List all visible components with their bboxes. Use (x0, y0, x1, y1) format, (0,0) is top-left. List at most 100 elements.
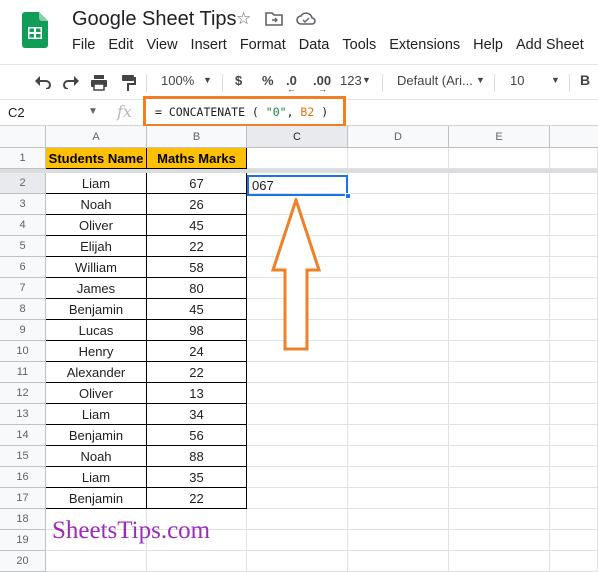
empty-cell[interactable] (247, 425, 348, 446)
cloud-status-icon[interactable] (296, 11, 316, 25)
empty-cell[interactable] (247, 446, 348, 467)
student-name-cell[interactable]: Liam (46, 467, 147, 488)
empty-cell[interactable] (247, 362, 348, 383)
student-name-cell[interactable]: James (46, 278, 147, 299)
font-select[interactable]: Default (Ari... (397, 73, 473, 88)
row-header-12[interactable]: 12 (0, 383, 46, 404)
maths-marks-cell[interactable]: 80 (147, 278, 247, 299)
empty-cell[interactable] (550, 173, 598, 194)
empty-cell[interactable] (550, 341, 598, 362)
empty-cell[interactable] (348, 509, 449, 530)
formula-input[interactable]: = CONCATENATE ( "0", B2 ) (143, 96, 346, 127)
menu-help[interactable]: Help (473, 37, 503, 53)
menu-insert[interactable]: Insert (191, 37, 227, 53)
document-title[interactable]: Google Sheet Tips (72, 8, 237, 31)
google-sheets-logo[interactable] (22, 12, 48, 48)
empty-cell[interactable] (550, 404, 598, 425)
row-header-3[interactable]: 3 (0, 194, 46, 215)
empty-cell[interactable] (449, 383, 550, 404)
empty-cell[interactable] (348, 530, 449, 551)
row-header-5[interactable]: 5 (0, 236, 46, 257)
empty-cell[interactable] (550, 467, 598, 488)
zoom-select[interactable]: 100% (161, 73, 194, 88)
maths-marks-cell[interactable]: 22 (147, 362, 247, 383)
maths-marks-cell[interactable]: 67 (147, 173, 247, 194)
empty-cell[interactable] (449, 173, 550, 194)
empty-cell[interactable] (449, 488, 550, 509)
empty-cell[interactable] (348, 278, 449, 299)
maths-marks-cell[interactable]: 88 (147, 446, 247, 467)
menu-edit[interactable]: Edit (108, 37, 133, 53)
chevron-down-icon[interactable]: ▼ (476, 75, 485, 85)
empty-cell[interactable] (550, 299, 598, 320)
row-header-13[interactable]: 13 (0, 404, 46, 425)
maths-marks-cell[interactable]: 35 (147, 467, 247, 488)
empty-cell[interactable] (348, 215, 449, 236)
maths-marks-cell[interactable]: 13 (147, 383, 247, 404)
empty-cell[interactable] (449, 148, 550, 169)
empty-cell[interactable] (449, 236, 550, 257)
empty-cell[interactable] (348, 446, 449, 467)
bold-button[interactable]: B (580, 72, 590, 88)
maths-marks-cell[interactable]: 24 (147, 341, 247, 362)
row-header-15[interactable]: 15 (0, 446, 46, 467)
row-header-2[interactable]: 2 (0, 173, 46, 194)
row-header-19[interactable]: 19 (0, 530, 46, 551)
menu-data[interactable]: Data (299, 37, 330, 53)
empty-cell[interactable] (449, 425, 550, 446)
maths-marks-cell[interactable]: 56 (147, 425, 247, 446)
row-header-10[interactable]: 10 (0, 341, 46, 362)
empty-cell[interactable] (449, 320, 550, 341)
student-name-cell[interactable]: Liam (46, 404, 147, 425)
more-formats-button[interactable]: 123 (340, 73, 362, 88)
empty-cell[interactable] (550, 530, 598, 551)
header-cell[interactable]: Maths Marks (147, 148, 247, 169)
maths-marks-cell[interactable]: 26 (147, 194, 247, 215)
menu-extensions[interactable]: Extensions (389, 37, 460, 53)
empty-cell[interactable] (550, 257, 598, 278)
fill-handle[interactable] (345, 193, 351, 199)
maths-marks-cell[interactable]: 58 (147, 257, 247, 278)
student-name-cell[interactable]: Benjamin (46, 425, 147, 446)
row-header-9[interactable]: 9 (0, 320, 46, 341)
empty-cell[interactable] (550, 278, 598, 299)
redo-icon[interactable] (62, 75, 80, 89)
student-name-cell[interactable]: Alexander (46, 362, 147, 383)
empty-cell[interactable] (449, 404, 550, 425)
maths-marks-cell[interactable]: 22 (147, 488, 247, 509)
student-name-cell[interactable]: Henry (46, 341, 147, 362)
empty-cell[interactable] (247, 383, 348, 404)
column-header-e[interactable]: E (449, 126, 550, 148)
row-header-14[interactable]: 14 (0, 425, 46, 446)
chevron-down-icon[interactable]: ▼ (551, 75, 560, 85)
empty-cell[interactable] (550, 551, 598, 572)
percent-button[interactable]: % (262, 73, 274, 88)
empty-cell[interactable] (348, 425, 449, 446)
student-name-cell[interactable]: William (46, 257, 147, 278)
empty-cell[interactable] (348, 236, 449, 257)
column-header-a[interactable]: A (46, 126, 147, 148)
empty-cell[interactable] (348, 148, 449, 169)
student-name-cell[interactable]: Benjamin (46, 488, 147, 509)
empty-cell[interactable] (550, 362, 598, 383)
menu-view[interactable]: View (146, 37, 177, 53)
row-header-18[interactable]: 18 (0, 509, 46, 530)
maths-marks-cell[interactable]: 34 (147, 404, 247, 425)
row-header-8[interactable]: 8 (0, 299, 46, 320)
currency-button[interactable]: $ (235, 73, 242, 88)
chevron-down-icon[interactable]: ▼ (88, 106, 98, 117)
move-folder-icon[interactable] (265, 11, 283, 26)
maths-marks-cell[interactable]: 22 (147, 236, 247, 257)
empty-cell[interactable] (550, 320, 598, 341)
row-header-4[interactable]: 4 (0, 215, 46, 236)
student-name-cell[interactable]: Liam (46, 173, 147, 194)
empty-cell[interactable] (550, 509, 598, 530)
empty-cell[interactable] (449, 530, 550, 551)
row-header-11[interactable]: 11 (0, 362, 46, 383)
empty-cell[interactable] (46, 551, 147, 572)
empty-cell[interactable] (449, 341, 550, 362)
empty-cell[interactable] (247, 404, 348, 425)
empty-cell[interactable] (449, 446, 550, 467)
row-header-20[interactable]: 20 (0, 551, 46, 572)
empty-cell[interactable] (550, 446, 598, 467)
